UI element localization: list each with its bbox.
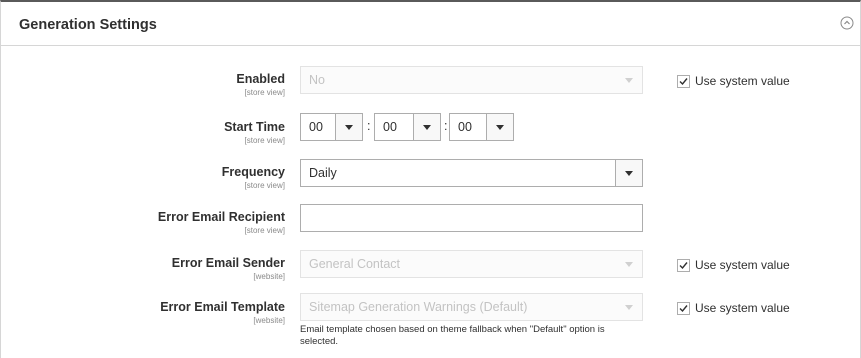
start-second-select[interactable]: 00 xyxy=(449,113,514,141)
checkbox[interactable] xyxy=(677,259,690,272)
chevron-down-icon xyxy=(616,294,642,320)
start-minute-value: 00 xyxy=(383,120,397,134)
frequency-scope: [store view] xyxy=(244,181,285,190)
chevron-down-icon xyxy=(335,114,362,140)
use-system-value-label: Use system value xyxy=(695,301,790,315)
generation-settings-panel: Generation Settings Enabled [store view]… xyxy=(0,0,861,358)
chevron-down-icon xyxy=(413,114,440,140)
error-template-value: Sitemap Generation Warnings (Default) xyxy=(309,300,528,314)
frequency-value: Daily xyxy=(309,166,337,180)
error-sender-scope: [website] xyxy=(253,272,285,281)
frequency-label: Frequency xyxy=(221,165,285,179)
error-sender-value: General Contact xyxy=(309,257,401,271)
section-header[interactable]: Generation Settings xyxy=(1,2,860,46)
use-system-value-label: Use system value xyxy=(695,74,790,88)
error-template-select[interactable]: Sitemap Generation Warnings (Default) xyxy=(300,293,643,321)
error-template-label: Error Email Template xyxy=(160,300,285,314)
error-sender-label: Error Email Sender xyxy=(171,256,285,270)
chevron-down-icon xyxy=(615,160,642,186)
start-time-label: Start Time xyxy=(224,120,285,134)
start-hour-value: 00 xyxy=(309,120,323,134)
enabled-value: No xyxy=(309,73,325,87)
start-minute-select[interactable]: 00 xyxy=(374,113,441,141)
checkbox[interactable] xyxy=(677,302,690,315)
frequency-select[interactable]: Daily xyxy=(300,159,643,187)
start-second-value: 00 xyxy=(458,120,472,134)
error-template-scope: [website] xyxy=(253,316,285,325)
chevron-down-icon xyxy=(616,67,642,93)
section-title: Generation Settings xyxy=(19,17,157,33)
enabled-label: Enabled xyxy=(236,72,285,86)
chevron-down-icon xyxy=(486,114,513,140)
collapse-icon[interactable] xyxy=(840,16,854,30)
checkbox[interactable] xyxy=(677,75,690,88)
enabled-scope: [store view] xyxy=(244,88,285,97)
chevron-down-icon xyxy=(616,251,642,277)
error-recipient-input[interactable] xyxy=(300,204,643,232)
error-recipient-label: Error Email Recipient xyxy=(157,210,285,224)
start-time-scope: [store view] xyxy=(244,136,285,145)
start-hour-select[interactable]: 00 xyxy=(300,113,363,141)
time-separator: : xyxy=(444,119,448,133)
time-separator: : xyxy=(367,119,371,133)
error-recipient-scope: [store view] xyxy=(244,226,285,235)
error-sender-select[interactable]: General Contact xyxy=(300,250,643,278)
enabled-select[interactable]: No xyxy=(300,66,643,94)
error-template-note: Email template chosen based on theme fal… xyxy=(300,324,605,347)
use-system-value-label: Use system value xyxy=(695,258,790,272)
